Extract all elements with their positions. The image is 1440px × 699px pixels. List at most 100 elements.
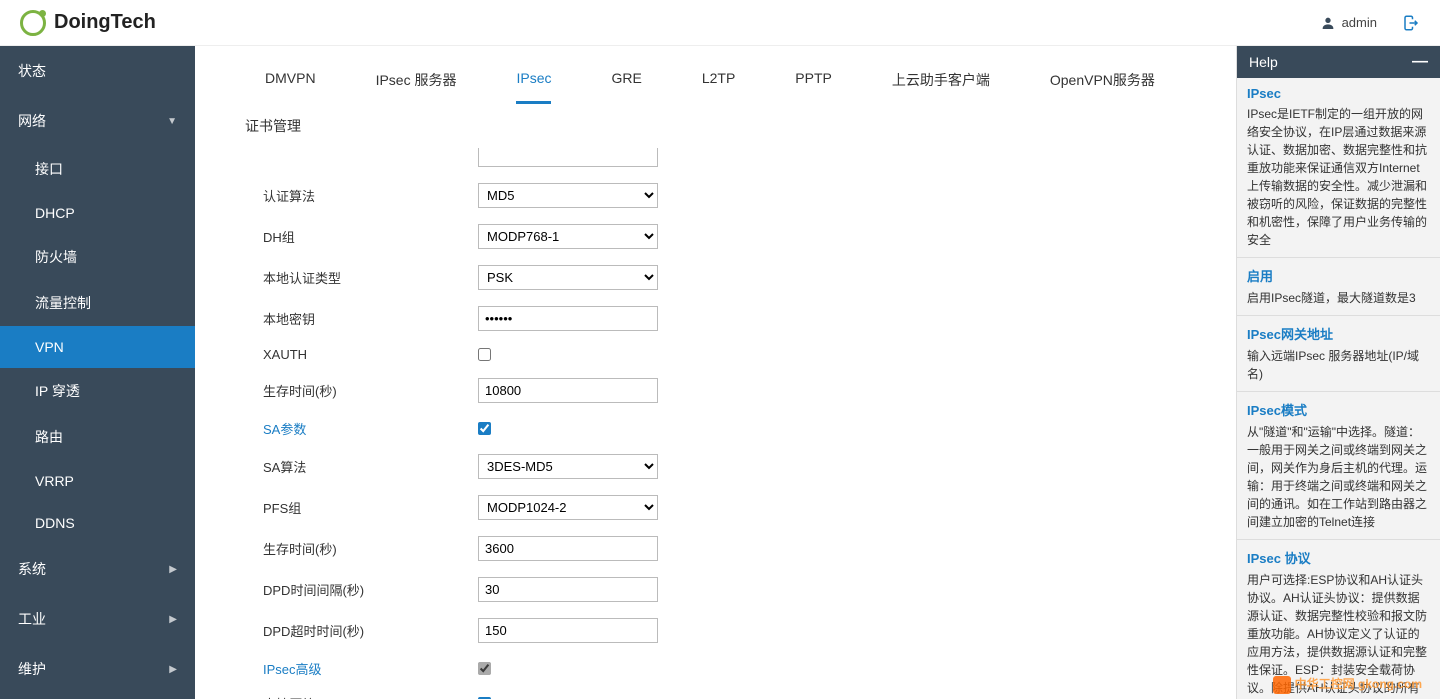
dpd-timeout-input[interactable] xyxy=(478,618,658,643)
form-row-xauth: XAUTH xyxy=(263,347,1196,362)
chevron-right-icon: ▶ xyxy=(169,664,177,675)
form-row-pfs: PFS组 MODP1024-2 xyxy=(263,495,1196,520)
brand-name: DoingTech xyxy=(54,11,156,34)
sidebar-item-vrrp[interactable]: VRRP xyxy=(0,460,195,502)
dh-group-select[interactable]: MODP768-1 xyxy=(478,224,658,249)
sidebar-label: 维护 xyxy=(18,659,46,679)
help-section: IPsec网关地址 输入远端IPsec 服务器地址(IP/域名) xyxy=(1237,316,1440,392)
ipsec-adv-checkbox[interactable] xyxy=(478,662,491,675)
user-icon xyxy=(1320,15,1336,31)
sidebar-item-maintain[interactable]: 维护 ▶ xyxy=(0,644,195,694)
help-section-title: IPsec 协议 xyxy=(1247,548,1430,567)
tab-dmvpn[interactable]: DMVPN xyxy=(235,56,346,104)
auth-algo-select[interactable]: MD5 xyxy=(478,183,658,208)
form-label: SA算法 xyxy=(263,457,478,476)
form-label: IPsec高级 xyxy=(263,659,478,678)
tab-cert-manage[interactable]: 证书管理 xyxy=(235,104,311,148)
tab-cloud[interactable]: 上云助手客户端 xyxy=(862,56,1020,104)
help-section-text: 启用IPsec隧道，最大隧道数是3 xyxy=(1247,289,1430,307)
form-row-sa-lifetime: 生存时间(秒) xyxy=(263,536,1196,561)
topbar: DoingTech admin xyxy=(0,0,1440,46)
form-row-compress: 支持压缩 xyxy=(263,694,1196,699)
help-title: Help xyxy=(1249,54,1278,70)
sa-params-checkbox[interactable] xyxy=(478,422,491,435)
tab-openvpn[interactable]: OpenVPN服务器 xyxy=(1020,56,1185,104)
sidebar-label: 工业 xyxy=(18,609,46,629)
form-row-sa-algo: SA算法 3DES-MD5 xyxy=(263,454,1196,479)
sa-lifetime-input[interactable] xyxy=(478,536,658,561)
tab-gre[interactable]: GRE xyxy=(581,56,671,104)
subtabs: 证书管理 xyxy=(195,104,1236,148)
tab-pptp[interactable]: PPTP xyxy=(765,56,862,104)
tab-l2tp[interactable]: L2TP xyxy=(672,56,765,104)
form-label: 认证算法 xyxy=(263,186,478,205)
form-row-sa-params: SA参数 xyxy=(263,419,1196,438)
form-row-local-key: 本地密钥 xyxy=(263,306,1196,331)
chevron-right-icon: ▶ xyxy=(169,564,177,575)
form-row-lifetime: 生存时间(秒) xyxy=(263,378,1196,403)
sidebar-item-industry[interactable]: 工业 ▶ xyxy=(0,594,195,644)
form-row-auth-algo: 认证算法 MD5 xyxy=(263,183,1196,208)
form-label: 本地密钥 xyxy=(263,309,478,328)
form-row-dh: DH组 MODP768-1 xyxy=(263,224,1196,249)
username: admin xyxy=(1342,15,1377,30)
form-row-dpd-interval: DPD时间间隔(秒) xyxy=(263,577,1196,602)
xauth-checkbox[interactable] xyxy=(478,348,491,361)
local-key-input[interactable] xyxy=(478,306,658,331)
brand-logo: DoingTech xyxy=(20,10,156,36)
form-label: SA参数 xyxy=(263,419,478,438)
container: 状态 网络 ▼ 接口 DHCP 防火墙 流量控制 VPN IP 穿透 路由 VR… xyxy=(0,46,1440,699)
form-row-ipsec-adv: IPsec高级 xyxy=(263,659,1196,678)
sidebar-item-system[interactable]: 系统 ▶ xyxy=(0,544,195,594)
sidebar-item-ddns[interactable]: DDNS xyxy=(0,502,195,544)
help-section-title: IPsec网关地址 xyxy=(1247,324,1430,343)
tab-ipsec[interactable]: IPsec xyxy=(486,56,581,104)
chevron-right-icon: ▶ xyxy=(169,614,177,625)
dpd-interval-input[interactable] xyxy=(478,577,658,602)
form-label: 本地认证类型 xyxy=(263,268,478,287)
form-row-dpd-timeout: DPD超时时间(秒) xyxy=(263,618,1196,643)
hidden-top-input[interactable] xyxy=(478,148,658,167)
help-section-text: 用户可选择:ESP协议和AH认证头协议。AH认证头协议：提供数据源认证、数据完整… xyxy=(1247,571,1430,699)
help-section-title: IPsec模式 xyxy=(1247,400,1430,419)
main: DMVPN IPsec 服务器 IPsec GRE L2TP PPTP 上云助手… xyxy=(195,46,1440,699)
sidebar-label: 网络 xyxy=(18,111,46,131)
sidebar: 状态 网络 ▼ 接口 DHCP 防火墙 流量控制 VPN IP 穿透 路由 VR… xyxy=(0,46,195,699)
tab-ipsec-server[interactable]: IPsec 服务器 xyxy=(346,56,487,104)
help-section: IPsec 协议 用户可选择:ESP协议和AH认证头协议。AH认证头协议：提供数… xyxy=(1237,540,1440,699)
form-label: PFS组 xyxy=(263,498,478,517)
content: DMVPN IPsec 服务器 IPsec GRE L2TP PPTP 上云助手… xyxy=(195,46,1236,699)
sidebar-item-status[interactable]: 状态 xyxy=(0,46,195,96)
topbar-right: admin xyxy=(1320,14,1420,32)
sidebar-label: 状态 xyxy=(18,61,46,81)
form-label: DPD时间间隔(秒) xyxy=(263,580,478,599)
help-section-text: 从"隧道"和"运输"中选择。隧道：一般用于网关之间或终端到网关之间，网关作为身后… xyxy=(1247,423,1430,531)
logout-icon[interactable] xyxy=(1402,14,1420,32)
help-section-title: 启用 xyxy=(1247,266,1430,285)
tabs: DMVPN IPsec 服务器 IPsec GRE L2TP PPTP 上云助手… xyxy=(195,46,1236,104)
help-section-text: 输入远端IPsec 服务器地址(IP/域名) xyxy=(1247,347,1430,383)
sidebar-item-interface[interactable]: 接口 xyxy=(0,146,195,192)
local-auth-type-select[interactable]: PSK xyxy=(478,265,658,290)
minimize-icon[interactable]: — xyxy=(1412,54,1428,70)
form-label: 生存时间(秒) xyxy=(263,381,478,400)
pfs-group-select[interactable]: MODP1024-2 xyxy=(478,495,658,520)
sidebar-item-route[interactable]: 路由 xyxy=(0,414,195,460)
lifetime-input[interactable] xyxy=(478,378,658,403)
help-section: IPsec模式 从"隧道"和"运输"中选择。隧道：一般用于网关之间或终端到网关之… xyxy=(1237,392,1440,540)
help-section-title: IPsec xyxy=(1247,86,1430,101)
sidebar-item-network[interactable]: 网络 ▼ xyxy=(0,96,195,146)
form-scroll[interactable]: 认证算法 MD5 DH组 MODP768-1 本地认证类型 PSK 本地密钥 X… xyxy=(195,148,1236,699)
sidebar-item-firewall[interactable]: 防火墙 xyxy=(0,234,195,280)
sidebar-label: 系统 xyxy=(18,559,46,579)
help-panel: Help — IPsec IPsec是IETF制定的一组开放的网络安全协议，在I… xyxy=(1236,46,1440,699)
help-section: 启用 启用IPsec隧道，最大隧道数是3 xyxy=(1237,258,1440,316)
form-label: 生存时间(秒) xyxy=(263,539,478,558)
sidebar-item-traffic[interactable]: 流量控制 xyxy=(0,280,195,326)
sidebar-item-dhcp[interactable]: DHCP xyxy=(0,192,195,234)
sidebar-item-vpn[interactable]: VPN xyxy=(0,326,195,368)
sa-algo-select[interactable]: 3DES-MD5 xyxy=(478,454,658,479)
brand-icon xyxy=(20,10,46,36)
sidebar-item-ippt[interactable]: IP 穿透 xyxy=(0,368,195,414)
user-info[interactable]: admin xyxy=(1320,15,1377,31)
